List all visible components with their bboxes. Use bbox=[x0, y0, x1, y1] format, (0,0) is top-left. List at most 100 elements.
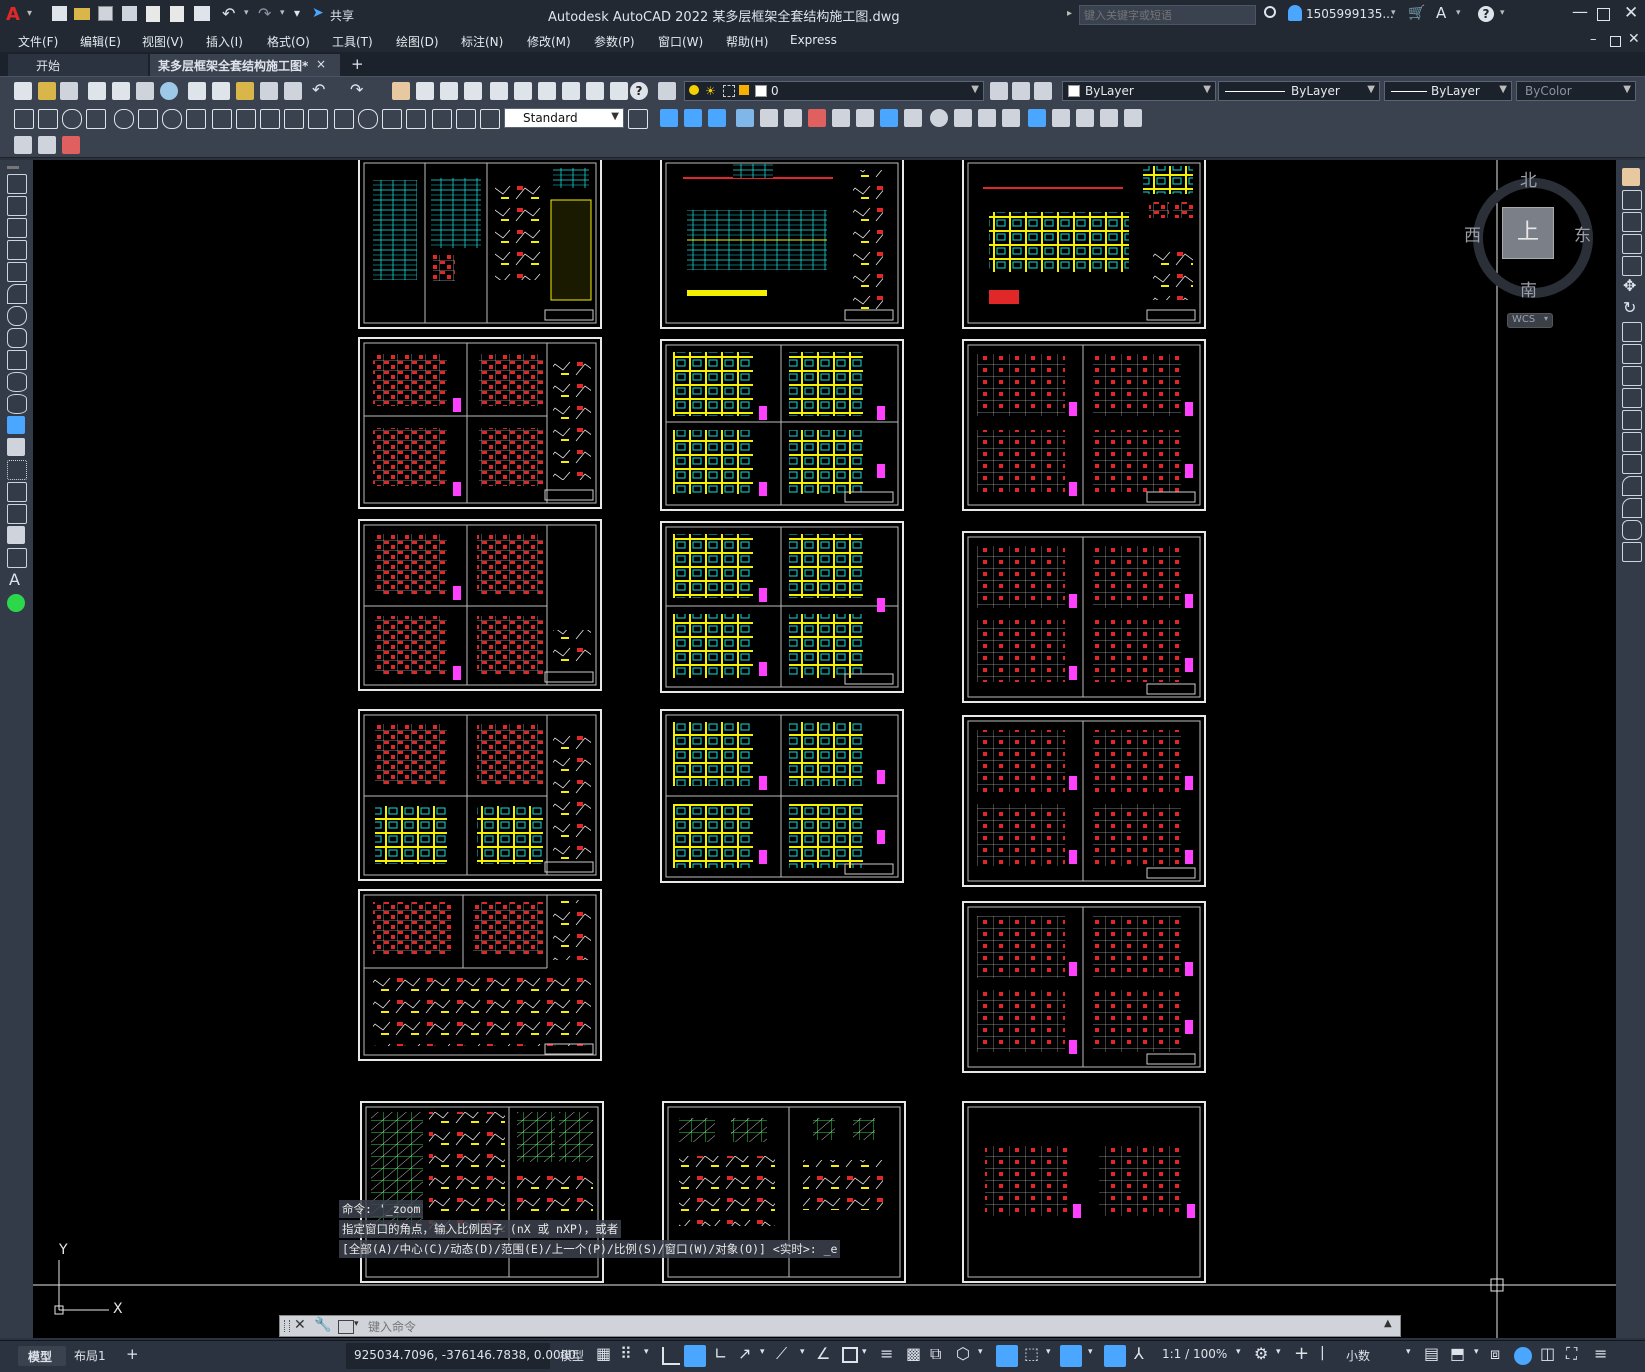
view-back-icon[interactable] bbox=[684, 109, 702, 127]
grid-icon[interactable]: ▦ bbox=[596, 1344, 611, 1363]
zoom-previous-icon[interactable] bbox=[464, 82, 482, 100]
viewcube-east[interactable]: 东 bbox=[1574, 221, 1591, 246]
sheet-roof-slab[interactable] bbox=[962, 1101, 1206, 1283]
dimstyle-dropdown[interactable]: Standard ▼ bbox=[504, 108, 624, 128]
object-snap-tracking-icon[interactable]: ∠ bbox=[816, 1344, 830, 1363]
save-file-icon[interactable] bbox=[60, 82, 78, 100]
line-tool-icon[interactable] bbox=[7, 174, 27, 194]
menu-file[interactable]: 文件(F) bbox=[18, 33, 58, 50]
pan-icon[interactable] bbox=[392, 82, 410, 100]
command-input[interactable] bbox=[366, 1317, 1380, 1337]
infer-constraints-icon[interactable] bbox=[662, 1347, 680, 1365]
undo-dropdown-icon[interactable]: ▾ bbox=[244, 8, 249, 18]
sheet-general-notes[interactable] bbox=[358, 160, 602, 329]
dim-update-icon[interactable] bbox=[480, 109, 500, 129]
snap-dropdown-icon[interactable]: ▾ bbox=[644, 1347, 649, 1357]
autodesk-app-icon[interactable]: A bbox=[1436, 4, 1446, 22]
add-layout-icon[interactable]: + bbox=[126, 1345, 139, 1363]
open-file-icon[interactable] bbox=[38, 82, 56, 100]
recent-commands-icon[interactable]: ▾ bbox=[354, 1319, 359, 1329]
save-web-icon[interactable] bbox=[170, 6, 184, 22]
array-tool-icon[interactable] bbox=[1622, 256, 1642, 276]
dim-break-icon[interactable] bbox=[308, 109, 328, 129]
layout-tab[interactable]: 布局1 bbox=[74, 1347, 106, 1364]
center-mark-icon[interactable] bbox=[358, 109, 378, 129]
wcs-menu[interactable]: WCS ▾ bbox=[1507, 313, 1553, 328]
spline-icon[interactable] bbox=[7, 350, 27, 370]
menu-tools[interactable]: 工具(T) bbox=[332, 33, 373, 50]
plot-icon[interactable] bbox=[194, 6, 210, 21]
copy-obj-icon[interactable] bbox=[832, 109, 850, 127]
sheet-roof-details[interactable] bbox=[358, 889, 602, 1061]
scale-dropdown-icon[interactable]: ▾ bbox=[1236, 1347, 1241, 1357]
polyline-icon[interactable] bbox=[7, 218, 27, 238]
menu-help[interactable]: 帮助(H) bbox=[726, 33, 768, 50]
dim-radius-icon[interactable] bbox=[114, 109, 134, 129]
zoom-realtime-icon[interactable] bbox=[416, 82, 434, 100]
toolbar-grip[interactable] bbox=[7, 166, 19, 169]
drawing-canvas[interactable]: Y X 上 北 南 东 西 WCS ▾ 命令: '_zoom 指定窗口的角点，输… bbox=[33, 160, 1616, 1338]
sheet-floor-slab-3[interactable] bbox=[962, 715, 1206, 887]
user-dropdown-icon[interactable]: ▾ bbox=[1391, 8, 1396, 18]
menu-window[interactable]: 窗口(W) bbox=[658, 33, 703, 50]
fullscreen-icon[interactable]: ⛶ bbox=[1566, 1344, 1577, 1364]
command-close-icon[interactable]: ✕ bbox=[294, 1317, 306, 1333]
dim-continue-icon[interactable] bbox=[260, 109, 280, 129]
gizmo-icon[interactable] bbox=[1060, 1345, 1082, 1367]
erase-icon[interactable] bbox=[808, 109, 826, 127]
3d-dwf-icon[interactable] bbox=[160, 82, 178, 100]
annotation-visibility-icon[interactable] bbox=[1104, 1345, 1126, 1367]
selection-filter-icon[interactable]: ⬚ bbox=[1024, 1344, 1039, 1363]
auto-scale-icon[interactable]: ⅄ bbox=[1134, 1344, 1144, 1363]
isometric-dropdown-icon[interactable]: ▾ bbox=[800, 1347, 805, 1357]
dim-text-edit-icon[interactable] bbox=[456, 109, 476, 129]
undo-icon[interactable]: ↶ bbox=[222, 4, 235, 23]
dim-style-icon[interactable] bbox=[628, 109, 648, 129]
command-grip[interactable] bbox=[284, 1320, 290, 1332]
menu-insert[interactable]: 插入(I) bbox=[206, 33, 243, 50]
polar-dropdown-icon[interactable]: ▾ bbox=[760, 1347, 765, 1357]
layer-dropdown[interactable]: ☀ 0 ▼ bbox=[684, 81, 984, 101]
tolerance-icon[interactable] bbox=[334, 109, 354, 129]
ellipse-icon[interactable] bbox=[7, 372, 27, 392]
search-icon[interactable] bbox=[1264, 6, 1276, 18]
copy-tool-icon[interactable] bbox=[1622, 190, 1642, 210]
share-icon[interactable]: ➤ bbox=[312, 5, 324, 21]
lineweight-icon[interactable]: ≡ bbox=[880, 1344, 893, 1363]
array-3d-icon[interactable] bbox=[784, 109, 802, 127]
command-history-toggle-icon[interactable]: ▲ bbox=[1384, 1318, 1392, 1329]
viewcube-south[interactable]: 南 bbox=[1520, 276, 1537, 301]
sheet-beam-reinforcement-3[interactable] bbox=[660, 709, 904, 883]
annotation-scale[interactable]: 1:1 / 100% bbox=[1162, 1347, 1227, 1361]
zoom-window-icon[interactable] bbox=[440, 82, 458, 100]
help-dropdown-icon[interactable]: ▾ bbox=[1500, 8, 1505, 18]
sheet-column-plan[interactable] bbox=[358, 519, 602, 691]
properties-icon[interactable] bbox=[490, 82, 508, 100]
tab-start[interactable]: 开始 bbox=[8, 54, 148, 76]
design-center-icon[interactable] bbox=[514, 82, 532, 100]
redo-icon[interactable]: ↷ bbox=[258, 4, 271, 23]
gizmo-dropdown-icon[interactable]: ▾ bbox=[1088, 1347, 1093, 1357]
user-name[interactable]: 1505999135... bbox=[1306, 7, 1394, 21]
undo-tb-icon[interactable]: ↶ bbox=[312, 80, 325, 99]
copy-icon[interactable] bbox=[212, 82, 230, 100]
lock-ui-dropdown-icon[interactable]: ▾ bbox=[1474, 1347, 1479, 1357]
hide-icon[interactable] bbox=[954, 109, 972, 127]
quick-dim-icon[interactable] bbox=[212, 109, 232, 129]
erase-tool-icon[interactable] bbox=[1622, 168, 1640, 186]
stretch-tool-icon[interactable] bbox=[1622, 344, 1642, 364]
app-logo-icon[interactable]: A bbox=[6, 4, 24, 25]
customization-menu-icon[interactable]: ≡ bbox=[1594, 1344, 1607, 1363]
model-space-toggle[interactable]: 模型 bbox=[560, 1347, 584, 1364]
search-expand-icon[interactable]: ▸ bbox=[1067, 8, 1072, 19]
minimize-icon[interactable]: — bbox=[1572, 2, 1588, 21]
menu-draw[interactable]: 绘图(D) bbox=[396, 33, 439, 50]
viewcube-west[interactable]: 西 bbox=[1464, 221, 1481, 246]
point-icon[interactable] bbox=[7, 460, 27, 480]
dim-linear-icon[interactable] bbox=[14, 109, 34, 129]
array-icon[interactable] bbox=[904, 109, 922, 127]
dim-ordinate-icon[interactable] bbox=[86, 109, 106, 129]
dim-baseline-icon[interactable] bbox=[236, 109, 256, 129]
dim-jogged-icon[interactable] bbox=[138, 109, 158, 129]
print-icon[interactable] bbox=[88, 82, 106, 100]
